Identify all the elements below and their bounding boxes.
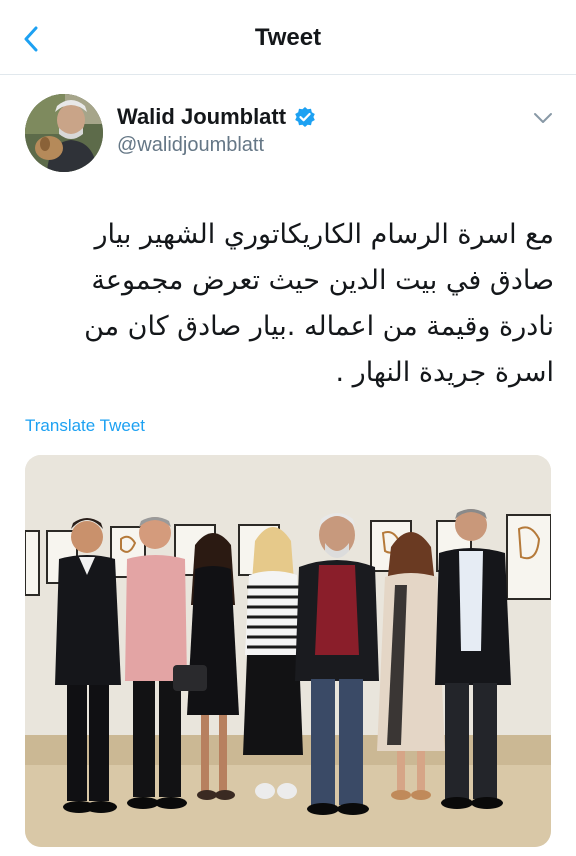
verified-badge-icon [295, 107, 315, 127]
tweet-author: Walid Joumblatt @walidjoumblatt [25, 94, 555, 174]
author-handle[interactable]: @walidjoumblatt [117, 134, 264, 157]
author-name[interactable]: Walid Joumblatt [117, 104, 286, 130]
tweet-photo[interactable] [25, 455, 551, 847]
translate-tweet-link[interactable]: Translate Tweet [25, 416, 145, 436]
avatar[interactable] [25, 94, 103, 172]
author-name-row: Walid Joumblatt [117, 104, 316, 130]
tweet-text-line: نادرة وقيمة من اعماله .بيار صادق كان من [84, 311, 554, 342]
top-bar: Tweet [0, 0, 576, 75]
tweet-text-line: اسرة جريدة النهار . [335, 357, 554, 388]
tweet-text-line: مع اسرة الرسام الكاريكاتوري الشهير بيار [94, 219, 554, 250]
tweet-text: مع اسرة الرسام الكاريكاتوري الشهير بيار … [25, 212, 554, 396]
chevron-down-icon [534, 113, 552, 123]
tweet-text-line: صادق في بيت الدين حيث تعرض مجموعة [91, 265, 554, 296]
page-title: Tweet [254, 24, 322, 51]
tweet-menu-button[interactable] [531, 108, 555, 128]
